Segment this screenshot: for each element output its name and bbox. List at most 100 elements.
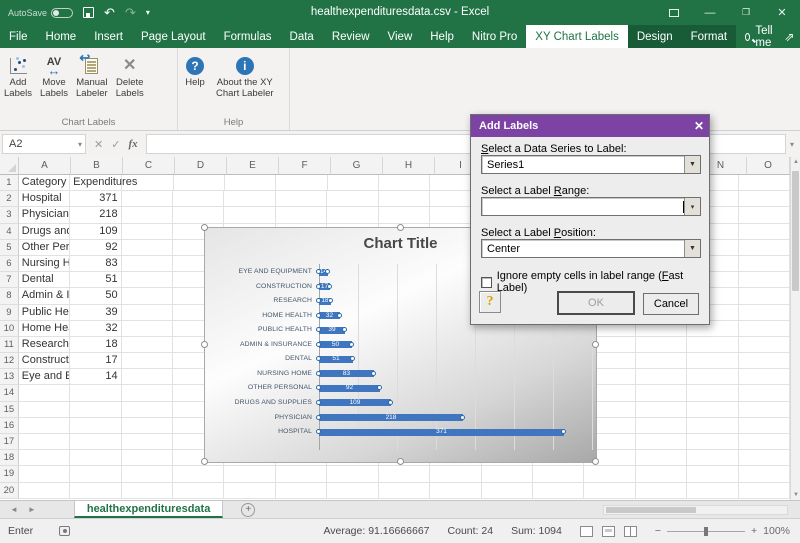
cell-f19[interactable] bbox=[276, 466, 327, 482]
tab-nitro-pro[interactable]: Nitro Pro bbox=[463, 25, 526, 48]
cell-c6[interactable] bbox=[122, 256, 173, 272]
row-header-20[interactable]: 20 bbox=[0, 483, 19, 499]
cell-d19[interactable] bbox=[173, 466, 224, 482]
cell-m17[interactable] bbox=[636, 434, 687, 450]
cell-i19[interactable] bbox=[430, 466, 481, 482]
position-dropdown-icon[interactable]: ▼ bbox=[684, 240, 700, 257]
page-layout-view-icon[interactable] bbox=[602, 526, 615, 537]
cell-c12[interactable] bbox=[122, 353, 173, 369]
save-icon[interactable] bbox=[83, 7, 94, 18]
column-header-e[interactable]: E bbox=[227, 157, 279, 175]
cell-o19[interactable] bbox=[739, 466, 790, 482]
cell-b9[interactable]: 39 bbox=[70, 305, 121, 321]
chart-selection-handle-icon[interactable] bbox=[592, 458, 599, 465]
cell-b17[interactable] bbox=[70, 434, 121, 450]
cell-m13[interactable] bbox=[636, 369, 687, 385]
cell-o13[interactable] bbox=[739, 369, 790, 385]
cell-o16[interactable] bbox=[739, 418, 790, 434]
cell-h1[interactable] bbox=[379, 175, 430, 191]
cell-n14[interactable] bbox=[687, 385, 738, 401]
tab-page-layout[interactable]: Page Layout bbox=[132, 25, 215, 48]
position-combobox[interactable]: Center ▼ bbox=[481, 239, 701, 258]
series-dropdown-icon[interactable]: ▼ bbox=[684, 156, 700, 173]
cell-c13[interactable] bbox=[122, 369, 173, 385]
name-box-dropdown-icon[interactable]: ▾ bbox=[78, 140, 85, 149]
cell-a8[interactable]: Admin & I bbox=[19, 288, 70, 304]
cell-a17[interactable] bbox=[19, 434, 70, 450]
cell-b5[interactable]: 92 bbox=[70, 240, 121, 256]
cell-a2[interactable]: Hospital bbox=[19, 191, 70, 207]
horizontal-scrollbar[interactable] bbox=[603, 505, 788, 515]
sheet-nav-left-icon[interactable]: ◄ bbox=[10, 505, 18, 514]
cell-o10[interactable] bbox=[739, 321, 790, 337]
macro-record-icon[interactable] bbox=[59, 526, 70, 536]
horizontal-scroll-thumb[interactable] bbox=[606, 507, 696, 513]
cell-e20[interactable] bbox=[224, 483, 275, 499]
cell-b6[interactable]: 83 bbox=[70, 256, 121, 272]
chart-selection-handle-icon[interactable] bbox=[592, 341, 599, 348]
normal-view-icon[interactable] bbox=[580, 526, 593, 537]
chart-bar[interactable]: 83 bbox=[319, 370, 374, 377]
cell-c10[interactable] bbox=[122, 321, 173, 337]
cell-h3[interactable] bbox=[379, 207, 430, 223]
cell-c4[interactable] bbox=[122, 224, 173, 240]
tab-help[interactable]: Help bbox=[421, 25, 463, 48]
cell-o12[interactable] bbox=[739, 353, 790, 369]
tab-home[interactable]: Home bbox=[37, 25, 86, 48]
maximize-button[interactable]: ❐ bbox=[728, 0, 764, 25]
cell-k19[interactable] bbox=[533, 466, 584, 482]
cell-a19[interactable] bbox=[19, 466, 70, 482]
cell-b20[interactable] bbox=[70, 483, 121, 499]
cell-a16[interactable] bbox=[19, 418, 70, 434]
cell-f20[interactable] bbox=[276, 483, 327, 499]
zoom-in-icon[interactable]: + bbox=[751, 525, 757, 537]
cell-o4[interactable] bbox=[739, 224, 790, 240]
cell-c11[interactable] bbox=[122, 337, 173, 353]
cell-c18[interactable] bbox=[122, 450, 173, 466]
cell-g1[interactable] bbox=[328, 175, 379, 191]
cell-n17[interactable] bbox=[687, 434, 738, 450]
cell-g3[interactable] bbox=[327, 207, 378, 223]
row-header-1[interactable]: 1 bbox=[0, 175, 19, 191]
cell-o9[interactable] bbox=[739, 305, 790, 321]
cell-n12[interactable] bbox=[687, 353, 738, 369]
row-header-17[interactable]: 17 bbox=[0, 434, 19, 450]
cell-o8[interactable] bbox=[739, 288, 790, 304]
add-labels-button[interactable]: Add Labels bbox=[0, 52, 36, 102]
customize-qat-icon[interactable]: ▾ bbox=[146, 9, 150, 17]
cancel-entry-icon[interactable]: ✕ bbox=[94, 138, 103, 151]
enter-entry-icon[interactable]: ✓ bbox=[111, 138, 120, 151]
cell-o17[interactable] bbox=[739, 434, 790, 450]
cell-b12[interactable]: 17 bbox=[70, 353, 121, 369]
cell-a13[interactable]: Eye and Eq bbox=[19, 369, 70, 385]
row-header-15[interactable]: 15 bbox=[0, 402, 19, 418]
cell-e2[interactable] bbox=[224, 191, 275, 207]
series-combobox[interactable]: Series1 ▼ bbox=[481, 155, 701, 174]
column-header-a[interactable]: A bbox=[19, 157, 71, 175]
cell-o7[interactable] bbox=[739, 272, 790, 288]
cell-d1[interactable] bbox=[174, 175, 225, 191]
row-header-12[interactable]: 12 bbox=[0, 353, 19, 369]
cell-n11[interactable] bbox=[687, 337, 738, 353]
cell-c15[interactable] bbox=[122, 402, 173, 418]
help-button[interactable]: ?Help bbox=[178, 52, 212, 91]
cell-h19[interactable] bbox=[379, 466, 430, 482]
cell-n16[interactable] bbox=[687, 418, 738, 434]
row-header-7[interactable]: 7 bbox=[0, 272, 19, 288]
cell-c7[interactable] bbox=[122, 272, 173, 288]
minimize-button[interactable]: — bbox=[692, 0, 728, 25]
ribbon-display-options-button[interactable] bbox=[656, 0, 692, 25]
about-the-xy-chart-labeler-button[interactable]: iAbout the XY Chart Labeler bbox=[212, 52, 278, 102]
redo-icon[interactable]: ↷ bbox=[125, 6, 136, 19]
cell-b14[interactable] bbox=[70, 385, 121, 401]
cell-b16[interactable] bbox=[70, 418, 121, 434]
column-header-b[interactable]: B bbox=[71, 157, 123, 175]
chart-bar[interactable]: 39 bbox=[319, 327, 345, 334]
cell-h2[interactable] bbox=[379, 191, 430, 207]
cell-o5[interactable] bbox=[739, 240, 790, 256]
cell-b13[interactable]: 14 bbox=[70, 369, 121, 385]
row-header-18[interactable]: 18 bbox=[0, 450, 19, 466]
row-header-13[interactable]: 13 bbox=[0, 369, 19, 385]
tab-formulas[interactable]: Formulas bbox=[215, 25, 281, 48]
cell-n20[interactable] bbox=[687, 483, 738, 499]
